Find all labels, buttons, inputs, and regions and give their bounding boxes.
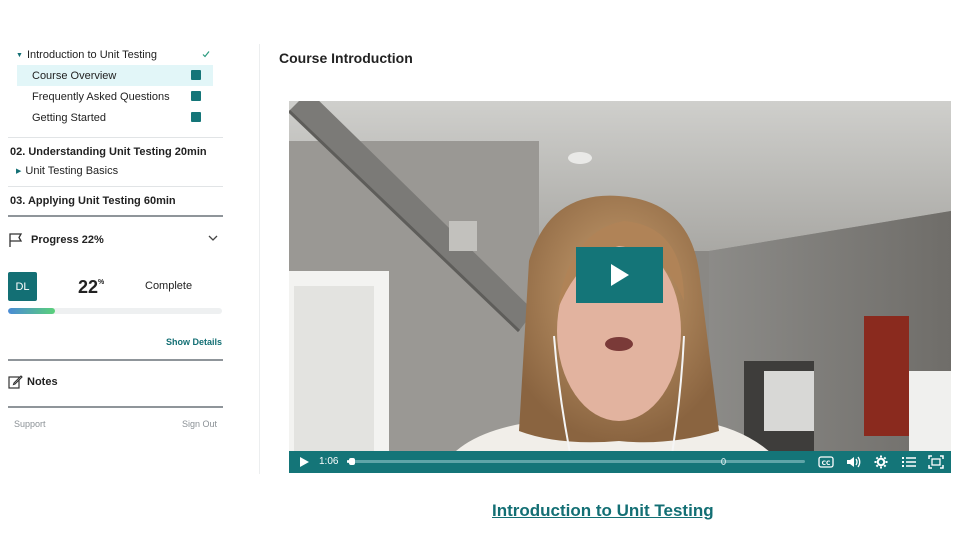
captions-icon[interactable]: CC xyxy=(818,455,834,469)
notes-label: Notes xyxy=(27,375,58,388)
divider xyxy=(8,137,223,138)
lesson-status-icon xyxy=(191,112,201,122)
lesson-status-icon xyxy=(191,91,201,101)
check-icon xyxy=(202,51,210,58)
show-details-link[interactable]: Show Details xyxy=(166,337,222,347)
divider xyxy=(8,359,223,361)
progress-percent: 22% xyxy=(78,277,104,298)
course-sidebar: ▼ Introduction to Unit Testing Course Ov… xyxy=(0,0,230,540)
current-time: 1:06 xyxy=(319,456,339,467)
play-icon[interactable] xyxy=(298,456,310,468)
page-title: Course Introduction xyxy=(279,50,413,66)
svg-text:CC: CC xyxy=(822,460,831,467)
chapters-icon[interactable] xyxy=(901,455,917,469)
sign-out-link[interactable]: Sign Out xyxy=(182,419,217,429)
divider xyxy=(8,186,223,187)
play-overlay-button[interactable] xyxy=(576,247,663,303)
module-03-header[interactable]: 03. Applying Unit Testing 60min xyxy=(10,195,176,207)
lesson-item-getting-started[interactable]: Getting Started xyxy=(17,107,213,128)
play-icon xyxy=(610,264,629,286)
lesson-item-faq[interactable]: Frequently Asked Questions xyxy=(17,86,213,107)
lesson-item-course-overview[interactable]: Course Overview xyxy=(17,65,213,86)
divider xyxy=(8,406,223,408)
fullscreen-icon[interactable] xyxy=(928,455,944,469)
progress-bar-fill xyxy=(8,308,56,314)
progress-status: Complete xyxy=(145,280,193,292)
avatar: DL xyxy=(8,272,37,301)
section-title: Introduction to Unit Testing xyxy=(26,49,157,61)
progress-bar xyxy=(8,308,222,314)
section-header-intro[interactable]: ▼ Introduction to Unit Testing xyxy=(16,48,216,62)
volume-icon[interactable] xyxy=(846,455,862,469)
progress-header[interactable]: Progress 22% xyxy=(8,230,222,250)
video-control-bar: 1:06 CC xyxy=(289,451,951,473)
lesson-label: Course Overview xyxy=(32,69,117,82)
percent-sign: % xyxy=(98,279,105,286)
settings-icon[interactable] xyxy=(873,455,889,469)
lesson-label: Frequently Asked Questions xyxy=(32,90,170,103)
expand-triangle-icon: ▶ xyxy=(16,167,22,175)
lesson-label: Getting Started xyxy=(32,111,106,124)
video-title-link[interactable]: Introduction to Unit Testing xyxy=(492,501,714,521)
video-scrubber[interactable] xyxy=(347,458,805,465)
edit-notes-icon xyxy=(8,375,23,389)
chevron-down-icon[interactable] xyxy=(206,231,220,245)
sublesson-unit-testing-basics[interactable]: ▶ Unit Testing Basics xyxy=(16,165,118,177)
support-link[interactable]: Support xyxy=(14,419,46,429)
progress-title: Progress 22% xyxy=(31,234,104,246)
progress-percent-value: 22 xyxy=(78,277,99,297)
sidebar-separator xyxy=(259,44,260,474)
scrubber-handle[interactable] xyxy=(349,458,355,465)
sublesson-label: Unit Testing Basics xyxy=(25,165,119,177)
expand-triangle-icon: ▼ xyxy=(16,51,23,59)
chapter-marker xyxy=(721,458,726,465)
video-player[interactable]: 1:06 CC xyxy=(289,101,951,473)
flag-icon xyxy=(9,233,23,247)
notes-header[interactable]: Notes xyxy=(8,374,58,389)
lesson-status-icon xyxy=(191,70,201,80)
module-02-header[interactable]: 02. Understanding Unit Testing 20min xyxy=(10,146,207,158)
divider xyxy=(8,215,223,217)
